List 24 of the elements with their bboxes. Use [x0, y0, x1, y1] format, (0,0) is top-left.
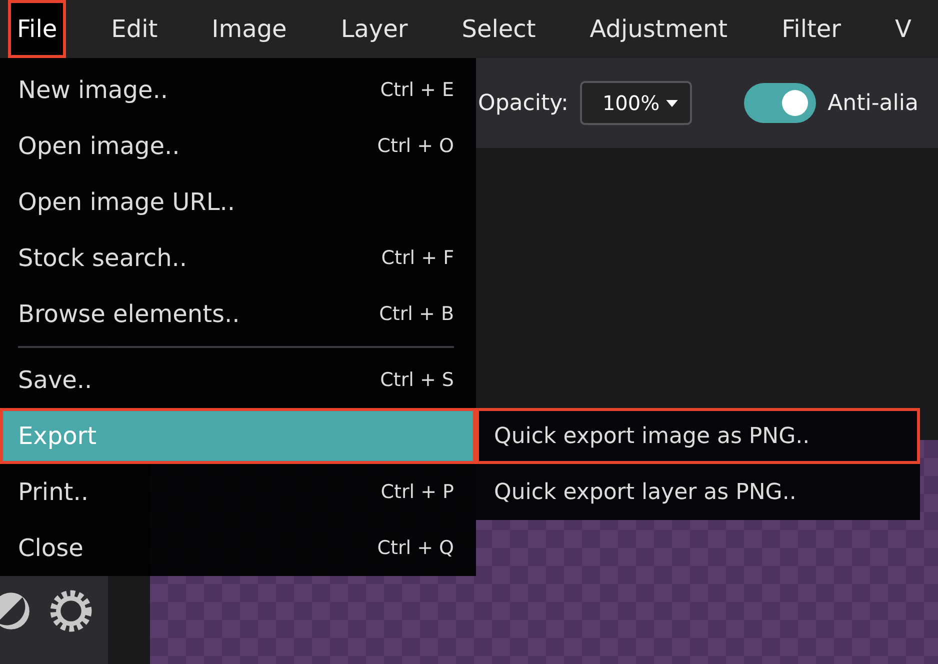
menu-item[interactable]: Browse elements.. Ctrl + B — [0, 286, 476, 342]
menu-item[interactable]: Open image URL.. — [0, 174, 476, 230]
menu-bar-item[interactable]: Select — [452, 0, 545, 58]
opacity-dropdown[interactable]: 100% — [580, 81, 692, 125]
menu-bar-item[interactable]: Adjustment — [580, 0, 737, 58]
menu-item[interactable]: Stock search.. Ctrl + F — [0, 230, 476, 286]
toggle-switch[interactable] — [744, 83, 816, 123]
menu-item[interactable]: Open image.. Ctrl + O — [0, 118, 476, 174]
menu-item[interactable]: Print.. Ctrl + P — [0, 464, 476, 520]
anti-alias-label: Anti-alia — [828, 90, 918, 116]
menu-bar-item[interactable]: Image — [202, 0, 296, 58]
menu-item[interactable]: New image.. Ctrl + E — [0, 62, 476, 118]
menu-bar-item[interactable]: Filter — [772, 0, 850, 58]
submenu-item[interactable]: Quick export image as PNG.. — [476, 408, 920, 464]
menu-bar-item[interactable]: Edit — [102, 0, 167, 58]
opacity-label: Opacity: — [478, 90, 568, 116]
caret-icon — [666, 100, 678, 106]
menu-item[interactable]: Save.. Ctrl + S — [0, 352, 476, 408]
menu-item[interactable]: Close Ctrl + Q — [0, 520, 476, 576]
submenu-item[interactable]: Quick export layer as PNG.. — [476, 464, 920, 520]
menu-bar-item[interactable]: File — [8, 0, 66, 58]
gear-icon[interactable] — [48, 588, 94, 634]
menu-bar-item[interactable]: V — [886, 0, 920, 58]
menu-bar-item[interactable]: Layer — [332, 0, 417, 58]
